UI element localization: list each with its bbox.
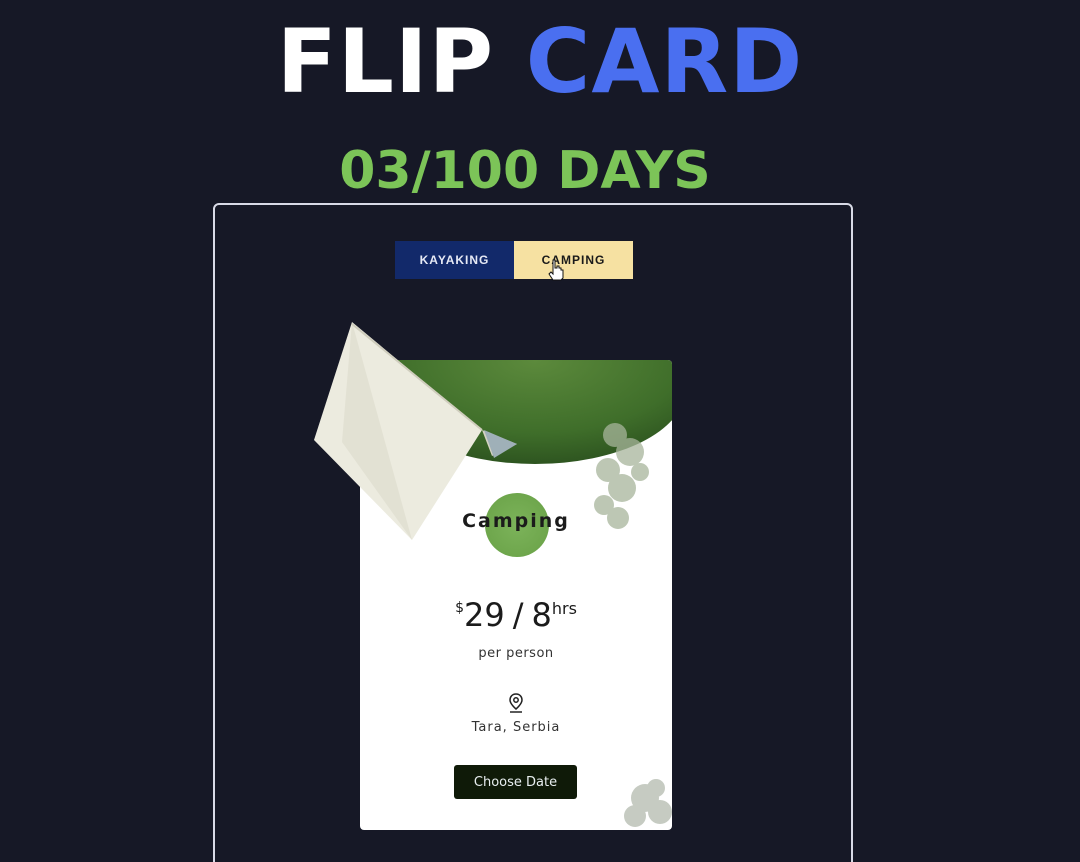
card-title: Camping: [462, 510, 570, 532]
title-word-card: CARD: [525, 10, 804, 113]
hand-cursor-icon: [548, 259, 564, 281]
shrub-bottom: [624, 779, 672, 827]
day-counter: 03/100 DAYS: [339, 141, 711, 201]
location-pin-icon: [509, 693, 523, 713]
duration-unit: hrs: [551, 599, 577, 618]
choose-date-button[interactable]: Choose Date: [454, 765, 577, 799]
tab-camping[interactable]: CAMPING: [514, 241, 633, 279]
price-basis: per person: [478, 646, 554, 661]
price-separator: /: [512, 596, 524, 634]
duration-value: 8: [531, 596, 552, 634]
price-line: $29/8hrs: [360, 596, 672, 634]
tab-bar: KAYAKING CAMPING: [395, 241, 633, 279]
price-value: 29: [464, 596, 505, 634]
title-word-flip: FLIP: [276, 10, 495, 113]
page: FLIP CARD 03/100 DAYS KAYAKING CAMPING C…: [0, 0, 1080, 862]
location-text: Tara, Serbia: [471, 720, 561, 735]
currency-symbol: $: [455, 600, 464, 616]
page-title: FLIP CARD: [0, 12, 1080, 112]
tab-kayaking[interactable]: KAYAKING: [395, 241, 514, 279]
